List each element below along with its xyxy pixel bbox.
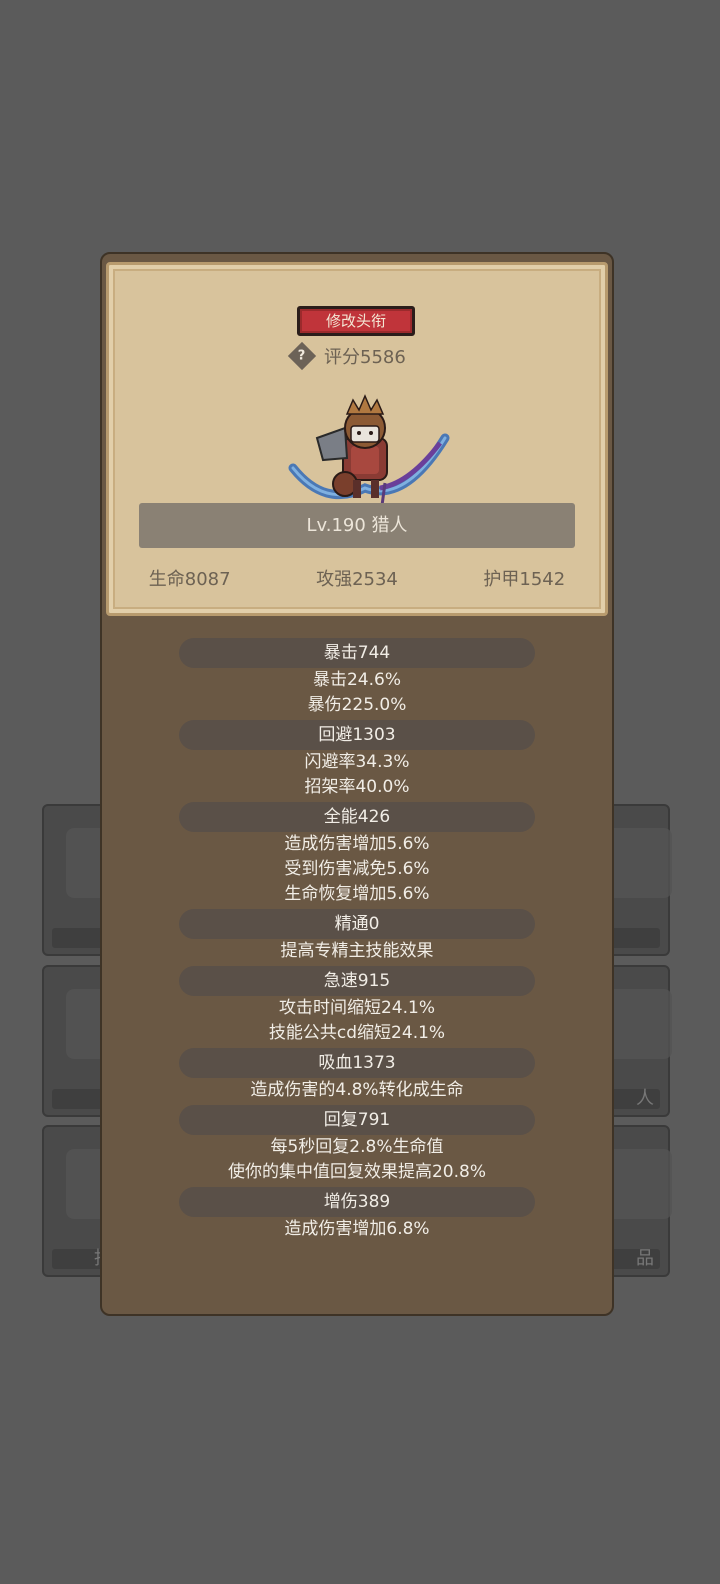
- section-line: 攻击时间缩短24.1%: [278, 998, 435, 1018]
- bg-card-label: 人: [636, 1088, 654, 1109]
- section-line: 受到伤害减免5.6%: [284, 859, 430, 879]
- level-class-label: Lv.190 猎人: [139, 503, 575, 548]
- section-line: 造成伤害增加5.6%: [284, 834, 430, 854]
- bg-card-label: 品: [636, 1248, 654, 1269]
- section-line: 每5秒回复2.8%生命值: [270, 1137, 444, 1157]
- section-line: 闪避率34.3%: [304, 752, 410, 772]
- section-line: 使你的集中值回复效果提高20.8%: [227, 1162, 486, 1182]
- detailed-stats-list: 暴击744 暴击24.6% 暴伤225.0% 回避1303 闪避率34.3% 招…: [100, 636, 614, 1242]
- base-stats-row: 生命8087 攻强2534 护甲1542: [106, 565, 608, 591]
- attack-stat: 攻强2534: [316, 569, 398, 590]
- section-line: 招架率40.0%: [304, 777, 410, 797]
- hunter-character-avatar: [288, 394, 450, 513]
- section-header-versatility: 全能426: [179, 802, 535, 832]
- section-header-crit: 暴击744: [179, 638, 535, 668]
- section-header-haste: 急速915: [179, 966, 535, 996]
- section-line: 暴伤225.0%: [307, 695, 407, 715]
- help-icon[interactable]: ?: [287, 341, 317, 371]
- armor-stat: 护甲1542: [483, 569, 566, 590]
- section-line: 暴击24.6%: [312, 670, 401, 690]
- score-row: ? 评分5586: [287, 341, 406, 371]
- section-line: 生命恢复增加5.6%: [284, 884, 430, 904]
- score-text: 评分5586: [324, 347, 406, 368]
- section-header-lifesteal: 吸血1373: [179, 1048, 535, 1078]
- section-header-avoid: 回避1303: [179, 720, 535, 750]
- section-line: 造成伤害的4.8%转化成生命: [250, 1080, 464, 1100]
- change-title-button[interactable]: 修改头衔: [297, 306, 415, 336]
- section-line: 提高专精主技能效果: [280, 941, 434, 961]
- section-header-regen: 回复791: [179, 1105, 535, 1135]
- section-header-mastery: 精通0: [179, 909, 535, 939]
- section-header-damage-bonus: 增伤389: [179, 1187, 535, 1217]
- section-line: 技能公共cd缩短24.1%: [268, 1023, 446, 1043]
- section-line: 造成伤害增加6.8%: [284, 1219, 430, 1239]
- hp-stat: 生命8087: [148, 569, 231, 590]
